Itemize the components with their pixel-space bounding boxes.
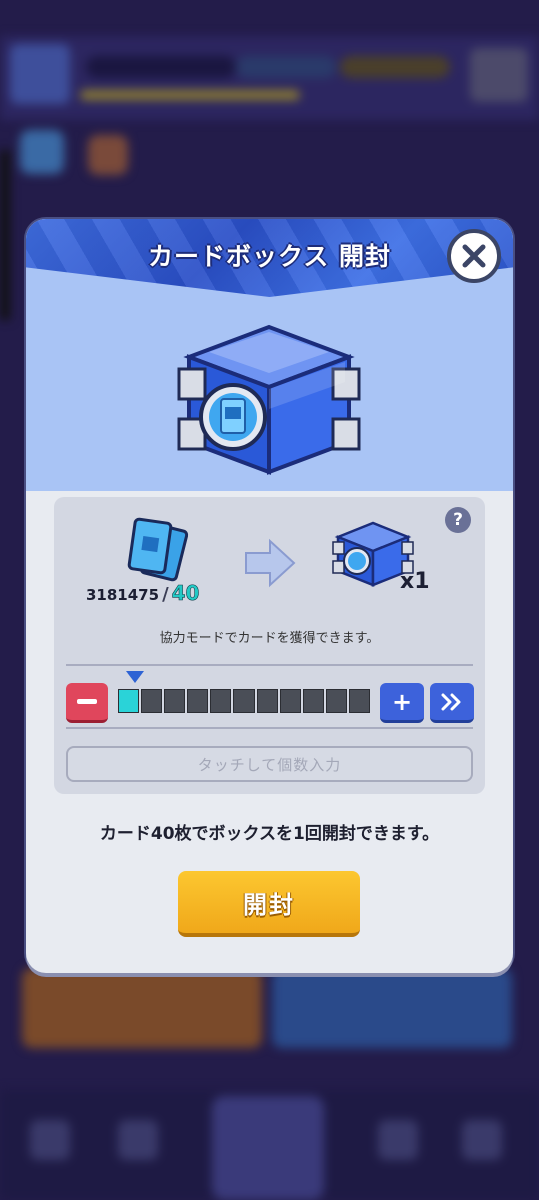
decrease-button[interactable]	[66, 683, 108, 723]
background-resource-bar	[340, 56, 450, 78]
background-menu-button	[470, 48, 528, 102]
cards-icon	[127, 517, 189, 582]
slider-segment	[210, 689, 232, 713]
minus-icon	[77, 699, 97, 704]
open-button[interactable]: 開封	[178, 871, 360, 937]
divider	[66, 664, 473, 666]
background-icon	[88, 135, 128, 175]
slider-segment	[348, 689, 371, 713]
increase-button[interactable]: +	[380, 683, 424, 723]
card-box-open-dialog: カードボックス 開封 ? 3181475/40 x1 協力モードでカードを獲得で…	[26, 219, 513, 973]
background-nav-icon	[30, 1120, 70, 1160]
background-resource-bar	[236, 56, 336, 78]
background-edge	[0, 150, 10, 320]
background-nav-icon	[118, 1120, 158, 1160]
slider-segment	[187, 689, 209, 713]
dialog-title: カードボックス 開封	[148, 242, 391, 271]
slider-segment	[141, 689, 163, 713]
result-quantity: x1	[400, 569, 430, 594]
slider-segment	[325, 689, 347, 713]
slider-segment	[118, 689, 140, 713]
background-banner	[22, 968, 262, 1048]
background-banner	[272, 968, 512, 1048]
background-nav-icon	[378, 1120, 418, 1160]
open-description: カード40枚でボックスを1回開封できます。	[99, 824, 440, 844]
max-button[interactable]	[430, 683, 474, 723]
background-icon	[20, 130, 64, 174]
card-count: 3181475/40	[86, 581, 236, 606]
divider	[66, 727, 473, 729]
background-xp-bar	[80, 90, 300, 100]
close-button[interactable]	[447, 229, 501, 283]
slider-segment	[279, 689, 301, 713]
background-nav-icon	[462, 1120, 502, 1160]
slider-segment	[256, 689, 278, 713]
background-nav-center	[212, 1096, 324, 1200]
required-cards: 40	[171, 581, 200, 606]
card-box-icon	[177, 324, 361, 475]
quantity-slider[interactable]	[118, 689, 371, 713]
slider-thumb[interactable]	[126, 671, 144, 683]
close-x-icon	[462, 244, 486, 268]
arrow-right-icon	[245, 538, 296, 588]
dialog-header: カードボックス 開封	[26, 219, 513, 491]
double-chevron-right-icon	[441, 693, 461, 710]
slider-segment	[302, 689, 324, 713]
background-avatar	[10, 44, 70, 104]
owned-cards: 3181475	[86, 586, 160, 604]
background-top-bar	[0, 36, 539, 120]
quantity-input-field[interactable]: タッチして個数入力	[66, 746, 473, 782]
slider-segment	[233, 689, 255, 713]
help-icon[interactable]: ?	[445, 507, 471, 533]
slider-segment	[164, 689, 186, 713]
card-source-info: 協力モードでカードを獲得できます。	[159, 631, 380, 646]
count-separator: /	[162, 584, 169, 605]
background-resource-bar	[86, 56, 236, 78]
